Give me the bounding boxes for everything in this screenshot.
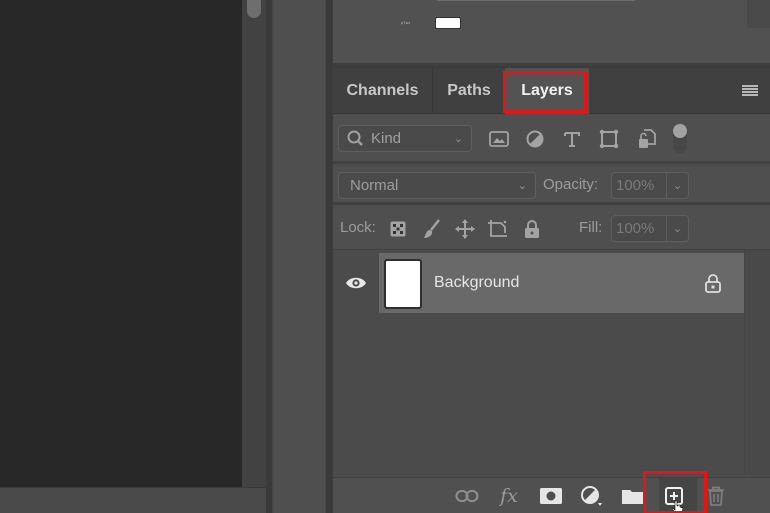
photoshop-workspace: ᵖᵀᵉˣ Channels Paths Layers Kind ⌄ Normal… bbox=[0, 0, 770, 513]
panel-divider[interactable] bbox=[326, 0, 332, 513]
opacity-input[interactable]: 100% bbox=[611, 172, 667, 199]
smart-object-filter-icon[interactable] bbox=[636, 128, 658, 150]
filter-kind-select[interactable]: Kind ⌄ bbox=[338, 125, 472, 152]
layer-item-background[interactable]: Background bbox=[379, 253, 744, 313]
shape-layer-filter-icon[interactable] bbox=[598, 128, 620, 150]
upper-panel-scrollbar[interactable] bbox=[747, 0, 770, 28]
lock-row: Lock: Fill: 100% ⌄ bbox=[333, 208, 770, 250]
document-canvas[interactable] bbox=[0, 0, 242, 487]
filter-kind-label: Kind bbox=[371, 130, 402, 147]
upper-panel: ᵖᵀᵉˣ bbox=[333, 0, 770, 66]
vertical-scrollbar-track[interactable] bbox=[242, 0, 266, 487]
opacity-label: Opacity: bbox=[543, 176, 599, 193]
fill-input[interactable]: 100% bbox=[611, 215, 667, 242]
pixel-layer-filter-icon[interactable] bbox=[488, 128, 510, 150]
layer-row[interactable]: Background bbox=[333, 253, 744, 313]
blend-mode-value: Normal bbox=[350, 177, 399, 194]
add-mask-icon[interactable] bbox=[539, 484, 563, 508]
collapsed-panel-dock bbox=[272, 0, 326, 513]
lock-image-pixels-icon[interactable] bbox=[421, 218, 443, 240]
upper-panel-slider[interactable] bbox=[437, 0, 635, 1]
layer-name: Background bbox=[434, 274, 520, 291]
color-swatch[interactable] bbox=[435, 17, 461, 29]
mouse-pointer-icon bbox=[672, 500, 684, 513]
lock-label: Lock: bbox=[340, 219, 376, 236]
layers-list: Background bbox=[333, 250, 770, 475]
chevron-down-icon: ⌄ bbox=[672, 180, 683, 192]
horizontal-scrollbar[interactable] bbox=[0, 487, 270, 513]
eye-icon bbox=[346, 277, 366, 289]
fx-label: fx bbox=[500, 485, 518, 507]
tab-paths[interactable]: Paths bbox=[433, 68, 505, 114]
chevron-down-icon: ⌄ bbox=[453, 133, 463, 145]
visibility-toggle[interactable] bbox=[333, 253, 379, 313]
hamburger-menu-icon[interactable] bbox=[742, 85, 758, 98]
fill-dropdown-button[interactable]: ⌄ bbox=[667, 215, 689, 242]
layer-thumbnail bbox=[384, 259, 422, 309]
vertical-scrollbar-thumb[interactable] bbox=[247, 0, 261, 18]
type-layer-filter-icon[interactable] bbox=[561, 128, 583, 150]
layers-panel: Channels Paths Layers Kind ⌄ Normal ⌄ Op… bbox=[333, 68, 770, 513]
filter-toggle-knob[interactable] bbox=[673, 124, 687, 138]
search-icon bbox=[347, 130, 363, 146]
blend-mode-select[interactable]: Normal ⌄ bbox=[338, 172, 536, 199]
upper-panel-label: ᵖᵀᵉˣ bbox=[401, 21, 411, 27]
layer-filter-row: Kind ⌄ bbox=[333, 115, 770, 164]
layers-list-scrollbar[interactable] bbox=[744, 250, 770, 475]
lock-transparent-pixels-icon[interactable] bbox=[387, 218, 409, 240]
opacity-dropdown-button[interactable]: ⌄ bbox=[667, 172, 689, 199]
layers-footer-toolbar: fx bbox=[333, 471, 770, 513]
lock-artboard-icon[interactable] bbox=[487, 218, 509, 240]
blend-row: Normal ⌄ Opacity: 100% ⌄ bbox=[333, 167, 770, 205]
chevron-down-icon: ⌄ bbox=[517, 180, 527, 192]
fill-label: Fill: bbox=[579, 219, 603, 236]
fx-layer-style-icon[interactable]: fx bbox=[497, 484, 521, 508]
link-layers-icon[interactable] bbox=[455, 484, 479, 508]
delete-layer-icon[interactable] bbox=[704, 484, 728, 508]
new-group-icon[interactable] bbox=[621, 484, 645, 508]
chevron-down-icon: ⌄ bbox=[672, 223, 683, 235]
tab-channels[interactable]: Channels bbox=[333, 68, 433, 114]
panel-tabbar: Channels Paths Layers bbox=[333, 68, 770, 114]
adjustment-layer-icon[interactable] bbox=[580, 484, 604, 508]
tab-layers[interactable]: Layers bbox=[505, 68, 589, 114]
layer-lock-icon[interactable] bbox=[704, 273, 722, 293]
lock-position-icon[interactable] bbox=[454, 218, 476, 240]
adjustment-layer-filter-icon[interactable] bbox=[524, 128, 546, 150]
lock-all-icon[interactable] bbox=[521, 218, 543, 240]
